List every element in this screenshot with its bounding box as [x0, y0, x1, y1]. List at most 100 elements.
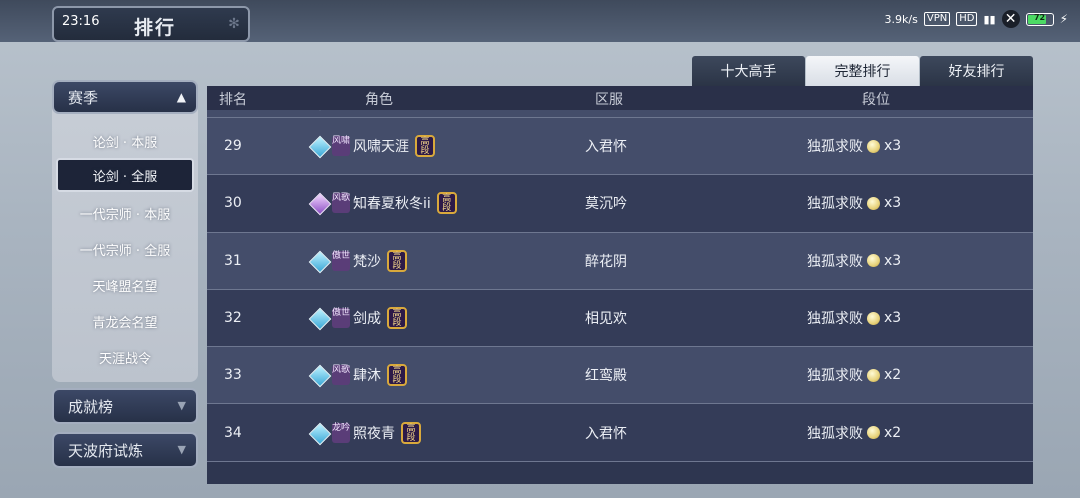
- diamond-icon: [309, 423, 329, 443]
- chevron-down-icon: ▼: [177, 443, 186, 456]
- achievement-dropdown[interactable]: 成就榜 ▼: [52, 388, 198, 424]
- school-badge: 风歌: [332, 193, 350, 214]
- ranking-table[interactable]: 排名 角色 区服 段位 28抠脚酱别闹了入君怀独孤求败x329风啸风啸天涯高段入…: [207, 86, 1033, 484]
- purple-diamond-icon: [309, 193, 329, 213]
- tab-top-ten[interactable]: 十大高手: [692, 56, 805, 86]
- sidebar-item-lunjian-all[interactable]: 论剑 · 全服: [56, 158, 194, 192]
- tianbo-dropdown[interactable]: 天波府试炼 ▼: [52, 432, 198, 468]
- tier-name: 独孤求败: [807, 311, 863, 328]
- role-cell[interactable]: 风歌 肆沐 高段: [309, 364, 407, 387]
- ornament-icon: ✻: [228, 16, 240, 32]
- tier-name: 独孤求败: [807, 139, 863, 156]
- tier-cell: 独孤求败 x3: [807, 136, 901, 156]
- coin-icon: [867, 196, 880, 210]
- rank-cell: 33: [224, 367, 242, 384]
- school-badge: 风歌: [332, 365, 350, 386]
- role-name: 剑成: [353, 311, 381, 328]
- role-cell[interactable]: 风歌 知春夏秋冬ii 高段: [309, 192, 457, 215]
- status-bar: 3.9k/s VPN HD ▮▮ ✕ 72 ⚡: [885, 10, 1068, 28]
- role-name: 风啸天涯: [353, 139, 409, 156]
- achievement-label: 成就榜: [68, 397, 114, 416]
- page-title: 排行: [134, 17, 177, 39]
- sidebar-item-master-local[interactable]: 一代宗师 · 本服: [56, 196, 194, 230]
- col-tier: 段位: [862, 92, 890, 108]
- diamond-icon: [309, 251, 329, 271]
- col-role: 角色: [365, 92, 393, 108]
- rank-cell: 34: [224, 424, 242, 441]
- vpn-badge: VPN: [923, 12, 951, 26]
- tier-multiplier: x3: [884, 195, 902, 212]
- tier-multiplier: x3: [884, 252, 902, 269]
- tier-name: 独孤求败: [807, 425, 863, 442]
- tier-cell: 独孤求败 x3: [807, 193, 901, 213]
- battery-level: 72: [1033, 12, 1046, 22]
- caret-up-icon: ▲: [176, 90, 186, 104]
- rank-cell: 32: [224, 310, 242, 327]
- network-speed: 3.9k/s: [884, 12, 918, 26]
- signal-icon: ▮▮: [983, 12, 996, 26]
- table-row[interactable]: 34 龙吟 照夜青 高段 入君怀 独孤求败 x2: [207, 404, 1033, 462]
- role-cell[interactable]: 龙吟 照夜青 高段: [309, 421, 421, 444]
- server-cell: 入君怀: [585, 139, 627, 156]
- close-icon[interactable]: ✕: [1001, 10, 1020, 28]
- table-row[interactable]: 30 风歌 知春夏秋冬ii 高段 莫沉吟 独孤求败 x3: [207, 175, 1033, 233]
- table-row[interactable]: 33 风歌 肆沐 高段 红鸾殿 独孤求败 x2: [207, 347, 1033, 405]
- role-name: 梵沙: [353, 253, 381, 270]
- coin-icon: [867, 368, 880, 382]
- title-badge-icon: 高段: [436, 192, 457, 215]
- sidebar-item-master-all[interactable]: 一代宗师 · 全服: [56, 232, 194, 266]
- server-cell: 红鸾殿: [585, 368, 627, 385]
- table-header: 排名 角色 区服 段位: [207, 86, 1033, 110]
- diamond-icon: [309, 308, 329, 328]
- tier-name: 独孤求败: [807, 196, 863, 213]
- clock: 23:16: [62, 14, 100, 29]
- server-cell: 醉花阴: [585, 253, 627, 270]
- sidebar-item-qinglong[interactable]: 青龙会名望: [56, 304, 194, 338]
- school-badge: 龙吟: [332, 422, 350, 443]
- coin-icon: [867, 426, 880, 440]
- server-cell: 相见欢: [585, 311, 627, 328]
- role-name: 照夜青: [353, 425, 395, 442]
- coin-icon: [867, 139, 880, 153]
- role-cell[interactable]: 风啸 风啸天涯 高段: [309, 135, 435, 158]
- tier-name: 独孤求败: [807, 253, 863, 270]
- coin-icon: [867, 254, 880, 268]
- rank-cell: 29: [224, 138, 242, 155]
- table-body: 28抠脚酱别闹了入君怀独孤求败x329风啸风啸天涯高段入君怀独孤求败x330风歌…: [207, 86, 1033, 462]
- table-row[interactable]: 32 傲世 剑成 高段 相见欢 独孤求败 x3: [207, 289, 1033, 348]
- role-name: 肆沐: [353, 368, 381, 385]
- tier-multiplier: x2: [884, 367, 902, 384]
- tianbo-label: 天波府试炼: [68, 441, 144, 460]
- server-cell: 入君怀: [585, 425, 627, 442]
- role-cell[interactable]: 傲世 剑成 高段: [309, 307, 407, 330]
- season-label: 赛季: [68, 88, 99, 107]
- tier-cell: 独孤求败 x2: [807, 423, 901, 443]
- sidebar-item-tianya[interactable]: 天涯战令: [56, 340, 194, 374]
- title-plate: 23:16 排行 ✻: [52, 6, 250, 42]
- chevron-down-icon: ▼: [177, 399, 186, 412]
- tier-cell: 独孤求败 x3: [807, 308, 901, 328]
- diamond-icon: [309, 136, 329, 156]
- sidebar-item-tianfeng[interactable]: 天峰盟名望: [56, 268, 194, 302]
- rank-cell: 31: [224, 252, 242, 269]
- tier-cell: 独孤求败 x3: [807, 251, 901, 271]
- title-badge-icon: 高段: [387, 307, 407, 330]
- server-cell: 莫沉吟: [585, 196, 627, 213]
- tab-full-ranking[interactable]: 完整排行: [806, 56, 919, 86]
- role-name: 知春夏秋冬ii: [353, 196, 431, 213]
- role-cell[interactable]: 傲世 梵沙 高段: [309, 249, 407, 272]
- tier-multiplier: x3: [884, 138, 902, 155]
- season-dropdown[interactable]: 赛季 ▲: [52, 80, 198, 114]
- tier-name: 独孤求败: [807, 368, 863, 385]
- sidebar-item-lunjian-local[interactable]: 论剑 · 本服: [56, 124, 194, 158]
- tab-friends[interactable]: 好友排行: [920, 56, 1033, 86]
- table-row[interactable]: 29 风啸 风啸天涯 高段 入君怀 独孤求败 x3: [207, 118, 1033, 176]
- school-badge: 风啸: [332, 136, 350, 157]
- table-row[interactable]: 31 傲世 梵沙 高段 醉花阴 独孤求败 x3: [207, 232, 1033, 290]
- battery-icon: 72: [1025, 12, 1054, 26]
- tier-cell: 独孤求败 x2: [807, 365, 901, 385]
- coin-icon: [867, 311, 880, 325]
- school-badge: 傲世: [332, 308, 350, 329]
- title-badge-icon: 高段: [387, 364, 407, 387]
- hd-badge: HD: [956, 12, 978, 26]
